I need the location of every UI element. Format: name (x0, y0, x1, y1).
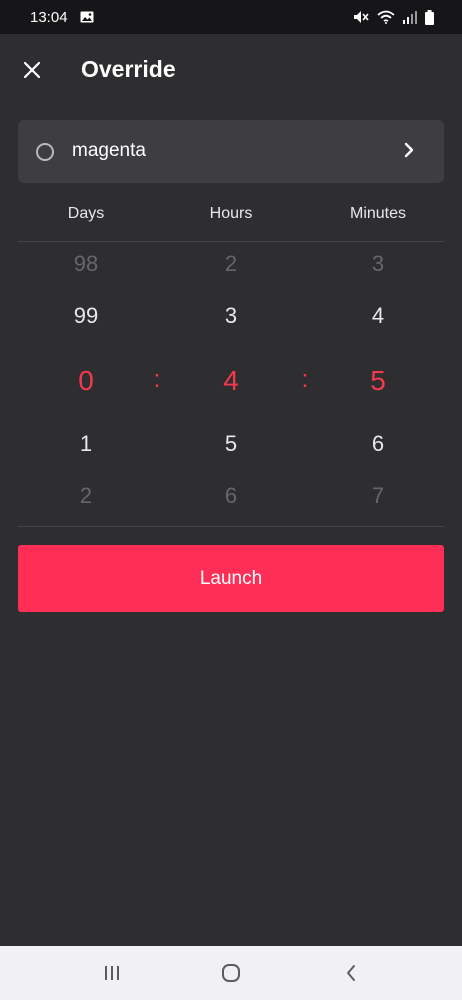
signal-icon (403, 10, 417, 24)
picker-top-divider (18, 241, 444, 242)
target-label: magenta (72, 140, 146, 161)
recent-apps-icon (105, 966, 119, 980)
hours-selected-value[interactable]: 4 (223, 365, 239, 397)
system-nav-bar (0, 946, 462, 1000)
back-icon (347, 965, 355, 981)
launch-button[interactable]: Launch (18, 545, 444, 612)
hours-value[interactable]: 5 (225, 431, 237, 457)
status-left: 13:04 (30, 9, 94, 26)
home-icon (222, 964, 240, 982)
status-bar: 13:04 (0, 0, 462, 34)
hours-header: Hours (209, 205, 253, 222)
battery-icon (425, 9, 434, 25)
days-hours-separator: : (153, 366, 161, 393)
days-value[interactable]: 98 (74, 251, 98, 277)
picker-bottom-divider (18, 526, 444, 527)
home-button[interactable] (219, 963, 243, 983)
target-selector[interactable]: magenta (18, 120, 444, 183)
hours-minutes-separator: : (301, 366, 309, 393)
back-button[interactable] (339, 963, 363, 983)
days-value[interactable]: 1 (80, 431, 92, 457)
page-title: Override (81, 56, 176, 82)
image-icon (80, 11, 94, 23)
minutes-value[interactable]: 4 (372, 303, 384, 329)
days-header: Days (67, 205, 105, 222)
wifi-icon (377, 10, 395, 24)
days-value[interactable]: 99 (74, 303, 98, 329)
mute-icon (353, 10, 369, 24)
minutes-selected-value[interactable]: 5 (370, 365, 386, 397)
status-time: 13:04 (30, 8, 68, 26)
minutes-value[interactable]: 7 (372, 483, 384, 509)
close-button[interactable] (20, 58, 44, 82)
minutes-header: Minutes (349, 205, 407, 222)
recent-apps-button[interactable] (100, 963, 124, 983)
close-icon (23, 61, 41, 79)
chevron-right-icon (404, 142, 414, 158)
days-selected-value[interactable]: 0 (78, 365, 94, 397)
hours-value[interactable]: 3 (225, 303, 237, 329)
hours-value[interactable]: 2 (225, 251, 237, 277)
app-header: Override (0, 34, 462, 110)
minutes-value[interactable]: 3 (372, 251, 384, 277)
minutes-value[interactable]: 6 (372, 431, 384, 457)
hours-value[interactable]: 6 (225, 483, 237, 509)
picker-column-headers: Days Hours Minutes (0, 205, 462, 229)
status-right (353, 9, 434, 25)
days-value[interactable]: 2 (80, 483, 92, 509)
launch-label: Launch (199, 567, 263, 589)
radio-button[interactable] (36, 143, 54, 161)
